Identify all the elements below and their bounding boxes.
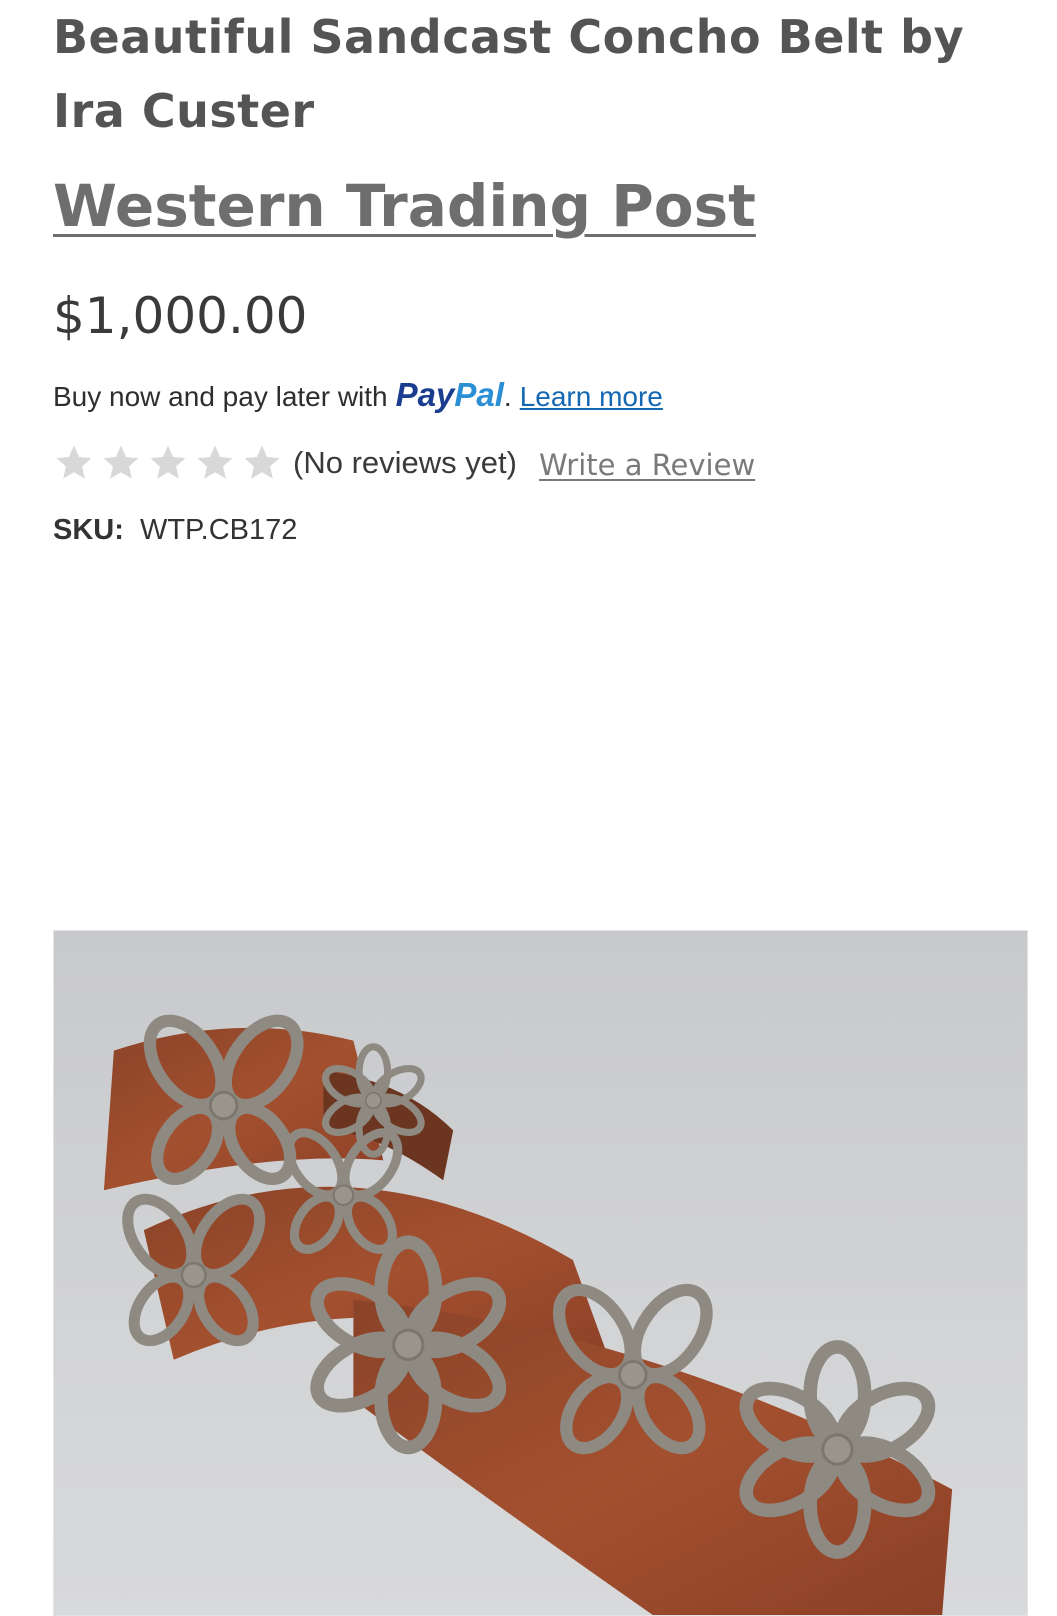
rating-row: (No reviews yet) Write a Review — [53, 438, 1004, 488]
star-icon — [56, 445, 92, 479]
write-review-link[interactable]: Write a Review — [539, 448, 755, 482]
paypal-period: . — [503, 381, 512, 412]
paypal-pay-later-message: Buy now and pay later with PayPal . Lear… — [53, 377, 1004, 415]
star-icon — [150, 445, 186, 479]
product-image[interactable] — [53, 930, 1028, 1616]
sku-label: SKU: — [53, 514, 124, 546]
sku-value: WTP.CB172 — [139, 514, 298, 546]
product-price: $1,000.00 — [53, 287, 308, 345]
sku-row: SKU: WTP.CB172 — [53, 514, 1004, 547]
paypal-logo: PayPal — [396, 377, 504, 413]
star-icon — [197, 445, 233, 479]
star-icon — [244, 445, 280, 479]
brand-link[interactable]: Western Trading Post — [53, 170, 756, 242]
learn-more-link[interactable]: Learn more — [520, 379, 663, 415]
star-rating — [53, 442, 283, 484]
star-icon — [103, 445, 139, 479]
paypal-logo-pay: Pay — [395, 376, 455, 413]
paypal-prefix-text: Buy now and pay later with — [53, 381, 388, 412]
product-photo-concho-belt-icon — [103, 931, 953, 1615]
review-count: (No reviews yet) — [293, 445, 517, 480]
paypal-logo-pal: Pal — [454, 376, 504, 413]
product-title: Beautiful Sandcast Concho Belt by Ira Cu… — [53, 10, 965, 138]
